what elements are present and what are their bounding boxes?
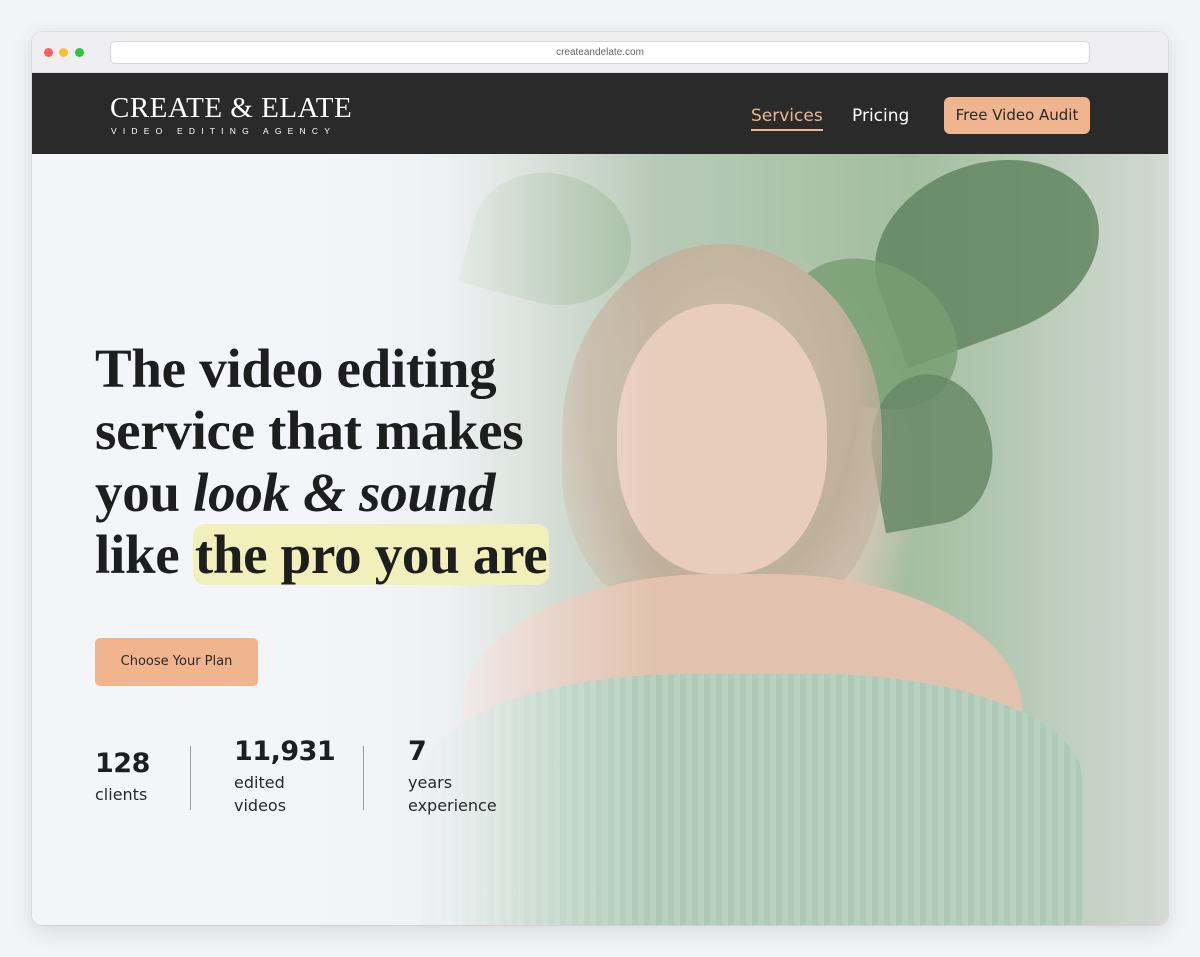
- nav-link-services[interactable]: Services: [751, 106, 823, 131]
- hero-section: The video editing service that makes you…: [32, 154, 1168, 925]
- stat-edited-videos: 11,931 edited videos: [234, 736, 336, 817]
- close-window-dot[interactable]: [44, 48, 53, 57]
- hero-headline: The video editing service that makes you…: [95, 338, 555, 586]
- headline-highlight-text: the pro you are: [192, 524, 550, 585]
- minimize-window-dot[interactable]: [59, 48, 68, 57]
- browser-chrome: createandelate.com: [32, 32, 1168, 73]
- nav-link-pricing[interactable]: Pricing: [852, 106, 909, 126]
- headline-text: you: [95, 462, 194, 523]
- stat-value: 128: [95, 748, 150, 779]
- maximize-window-dot[interactable]: [75, 48, 84, 57]
- stat-divider: [190, 746, 191, 810]
- stat-divider: [363, 746, 364, 810]
- address-bar[interactable]: createandelate.com: [110, 41, 1090, 64]
- stat-label-line: experience: [408, 796, 497, 815]
- stat-value: 7: [408, 736, 427, 767]
- stat-label: edited videos: [234, 771, 335, 817]
- headline-line-2: service that makes: [95, 400, 524, 461]
- headline-line-4: like the pro you are: [95, 524, 555, 586]
- headline-line-1: The video editing: [95, 338, 497, 399]
- stat-label: years experience: [408, 771, 497, 817]
- headline-text: like: [95, 524, 193, 585]
- stat-value: 11,931: [234, 736, 336, 767]
- choose-your-plan-button[interactable]: Choose Your Plan: [95, 638, 258, 686]
- logo[interactable]: CREATE & ELATE: [110, 93, 352, 123]
- site-header: CREATE & ELATE VIDEO EDITING AGENCY Serv…: [32, 73, 1168, 154]
- stat-label-line: edited: [234, 773, 285, 792]
- headline-line-3: you look & sound: [95, 462, 555, 524]
- stat-clients: 128 clients: [95, 748, 150, 806]
- stat-label-line: years: [408, 773, 453, 792]
- stat-label: clients: [95, 785, 148, 804]
- stat-years-experience: 7 years experience: [408, 736, 497, 817]
- stat-label-line: videos: [234, 796, 287, 815]
- logo-tagline: VIDEO EDITING AGENCY: [111, 126, 337, 136]
- free-video-audit-button[interactable]: Free Video Audit: [944, 97, 1090, 134]
- headline-italic-text: look & sound: [193, 462, 496, 523]
- browser-window: createandelate.com CREATE & ELATE VIDEO …: [32, 32, 1168, 925]
